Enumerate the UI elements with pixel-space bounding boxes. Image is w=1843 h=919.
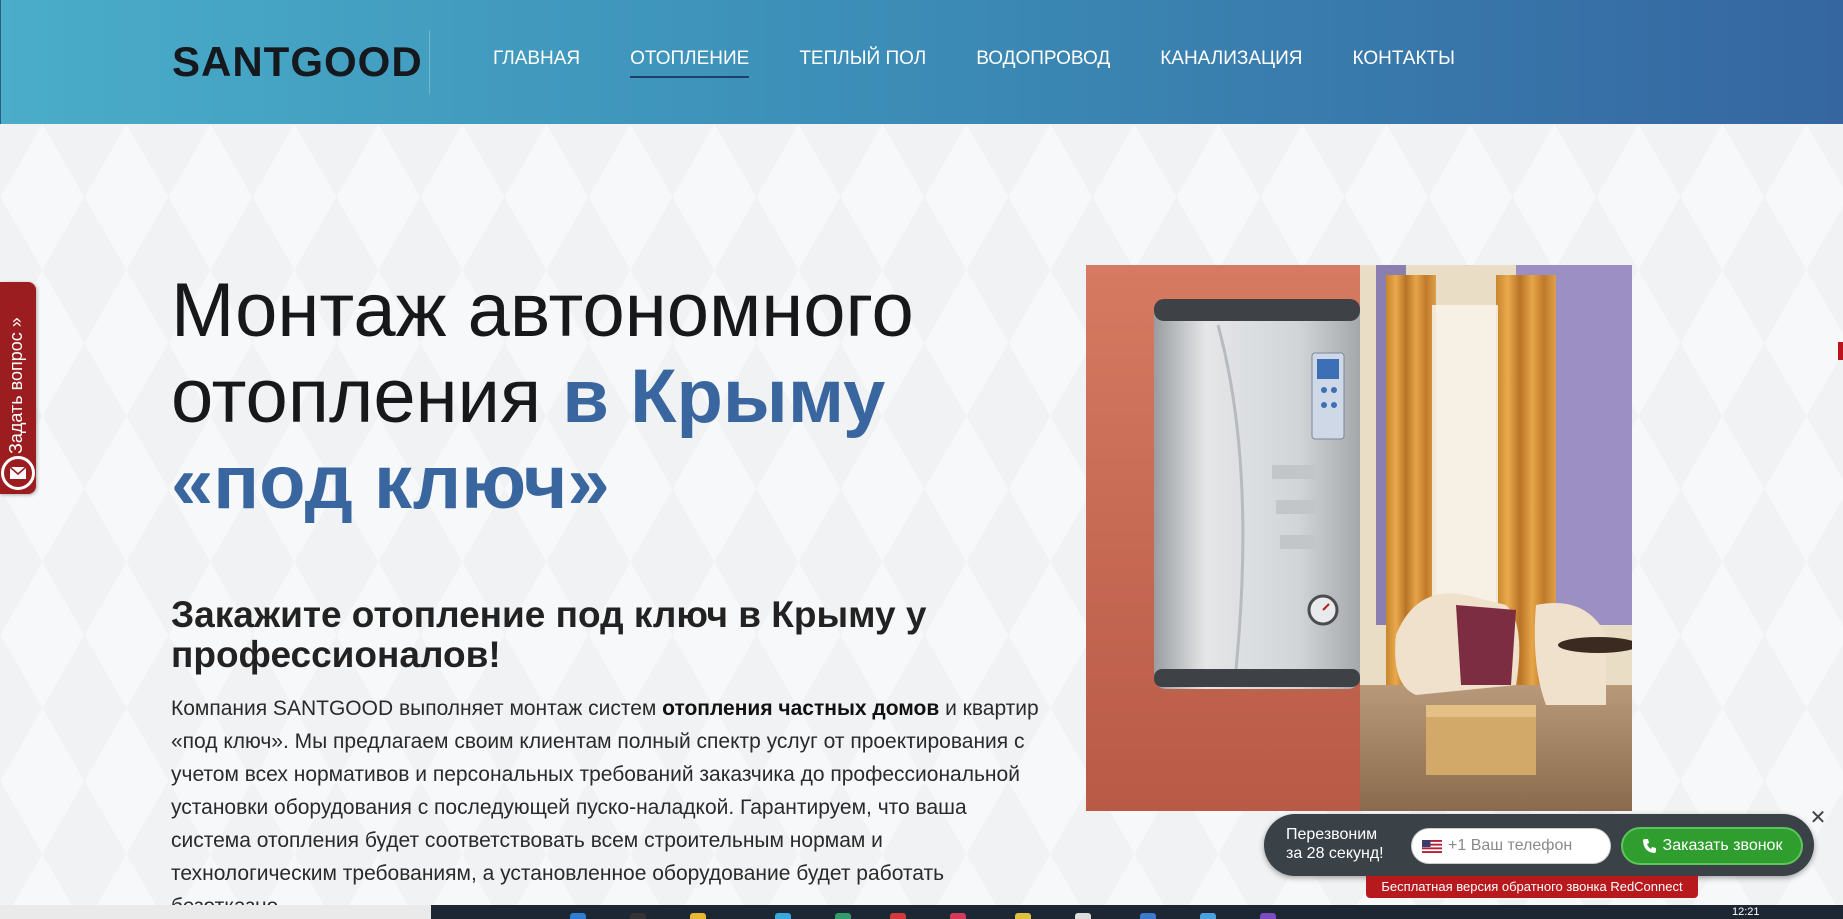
edge-marker [1838,342,1843,360]
title-highlight-turnkey: «под ключ» [171,440,610,525]
taskbar-app-icon[interactable] [1140,913,1156,919]
taskbar-app-icon[interactable] [570,913,586,919]
main-nav: ГЛАВНАЯ ОТОПЛЕНИЕ ТЕПЛЫЙ ПОЛ ВОДОПРОВОД … [493,48,1505,78]
taskbar-app-icon[interactable] [835,913,851,919]
phone-icon [1642,839,1656,853]
callback-promo-text: Перезвоним за 28 секунд! [1286,825,1384,863]
callback-widget: Перезвоним за 28 секунд! Заказать звонок [1264,814,1814,876]
taskbar-left-area [0,905,431,919]
nav-item-contacts[interactable]: КОНТАКТЫ [1352,48,1455,78]
taskbar-app-icon[interactable] [1260,913,1276,919]
order-call-label: Заказать звонок [1662,837,1783,854]
envelope-icon[interactable] [1,456,35,490]
taskbar-app-icon[interactable] [950,913,966,919]
intro-text-part-2: и квартир «под ключ». Мы предлагаем свои… [171,697,1039,918]
taskbar-app-icon[interactable] [890,913,906,919]
phone-field-wrapper [1411,828,1611,864]
phone-input[interactable] [1448,837,1598,855]
close-icon[interactable]: ✕ [1808,808,1828,828]
nav-item-sewerage[interactable]: КАНАЛИЗАЦИЯ [1160,48,1302,78]
intro-paragraph: Компания SANTGOOD выполняет монтаж систе… [171,692,1051,919]
intro-text-part-1: Компания SANTGOOD выполняет монтаж систе… [171,697,663,720]
title-highlight-crimea: в Крыму [562,354,886,439]
nav-item-heating[interactable]: ОТОПЛЕНИЕ [630,48,750,78]
boiler-room-illustration [1086,265,1632,811]
ask-question-label[interactable]: Задать вопрос » [6,317,27,454]
page-title: Монтаж автономного отопления в Крыму «по… [171,268,991,526]
callback-text-line-2: за 28 секунд! [1286,845,1384,862]
nav-item-underfloor-heating[interactable]: ТЕПЛЫЙ ПОЛ [799,48,926,78]
taskbar-app-icon[interactable] [1200,913,1216,919]
callback-footer-link[interactable]: Бесплатная версия обратного звонка RedCo… [1366,876,1698,898]
taskbar-app-icon[interactable] [775,913,791,919]
page-subtitle: Закажите отопление под ключ в Крыму у пр… [171,594,927,675]
boiler-room-photo [1086,265,1632,811]
order-call-button[interactable]: Заказать звонок [1621,827,1803,865]
taskbar-app-icon[interactable] [690,913,706,919]
taskbar-app-icon[interactable] [630,913,646,919]
taskbar-clock[interactable]: 12:21 [1732,906,1760,918]
nav-item-plumbing[interactable]: ВОДОПРОВОД [976,48,1110,78]
title-line-1: Монтаж автономного [171,268,914,353]
title-line-2: отопления [171,354,563,439]
us-flag-icon [1422,839,1442,853]
site-header: SANTGOOD ГЛАВНАЯ ОТОПЛЕНИЕ ТЕПЛЫЙ ПОЛ ВО… [0,0,1843,124]
taskbar-app-icon[interactable] [1015,913,1031,919]
intro-bold-phrase: отопления частных домов [662,697,940,720]
taskbar-app-icon[interactable] [1075,913,1091,919]
logo-divider [429,30,430,94]
callback-text-line-1: Перезвоним [1286,826,1378,843]
nav-item-home[interactable]: ГЛАВНАЯ [493,48,580,78]
site-logo[interactable]: SANTGOOD [172,38,423,86]
